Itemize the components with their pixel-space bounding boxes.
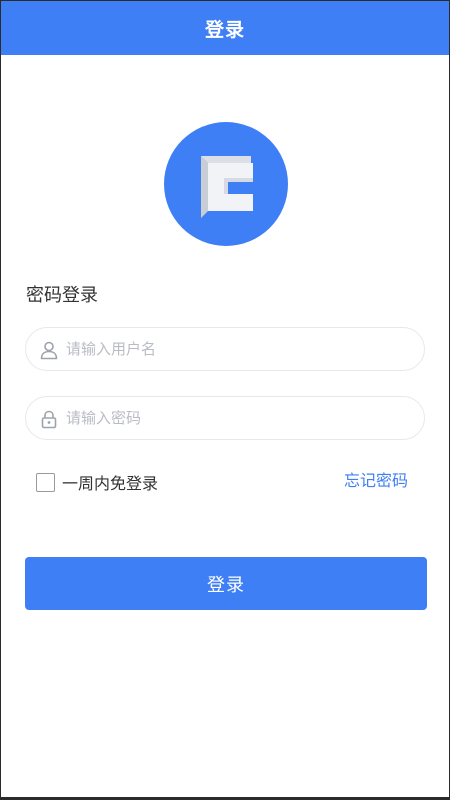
login-button[interactable]: 登录 <box>25 557 427 610</box>
login-button-label: 登录 <box>207 574 245 596</box>
app-logo-icon <box>164 122 288 246</box>
remember-checkbox[interactable] <box>36 472 55 492</box>
password-field[interactable] <box>25 396 425 440</box>
remember-label[interactable]: 一周内免登录 <box>62 470 158 494</box>
user-icon <box>40 341 58 360</box>
username-input[interactable] <box>66 328 406 370</box>
password-input[interactable] <box>66 397 406 439</box>
username-field[interactable] <box>25 327 425 371</box>
app-window: 登录 密码登录 一周内免登录 忘记密码 登录 <box>0 0 450 800</box>
lock-icon <box>41 410 57 429</box>
remember-me[interactable]: 一周内免登录 <box>36 470 158 494</box>
section-title: 密码登录 <box>26 285 98 306</box>
top-bar: 登录 <box>1 1 449 55</box>
forgot-password-link[interactable]: 忘记密码 <box>344 467 408 491</box>
page-title: 登录 <box>204 18 245 41</box>
